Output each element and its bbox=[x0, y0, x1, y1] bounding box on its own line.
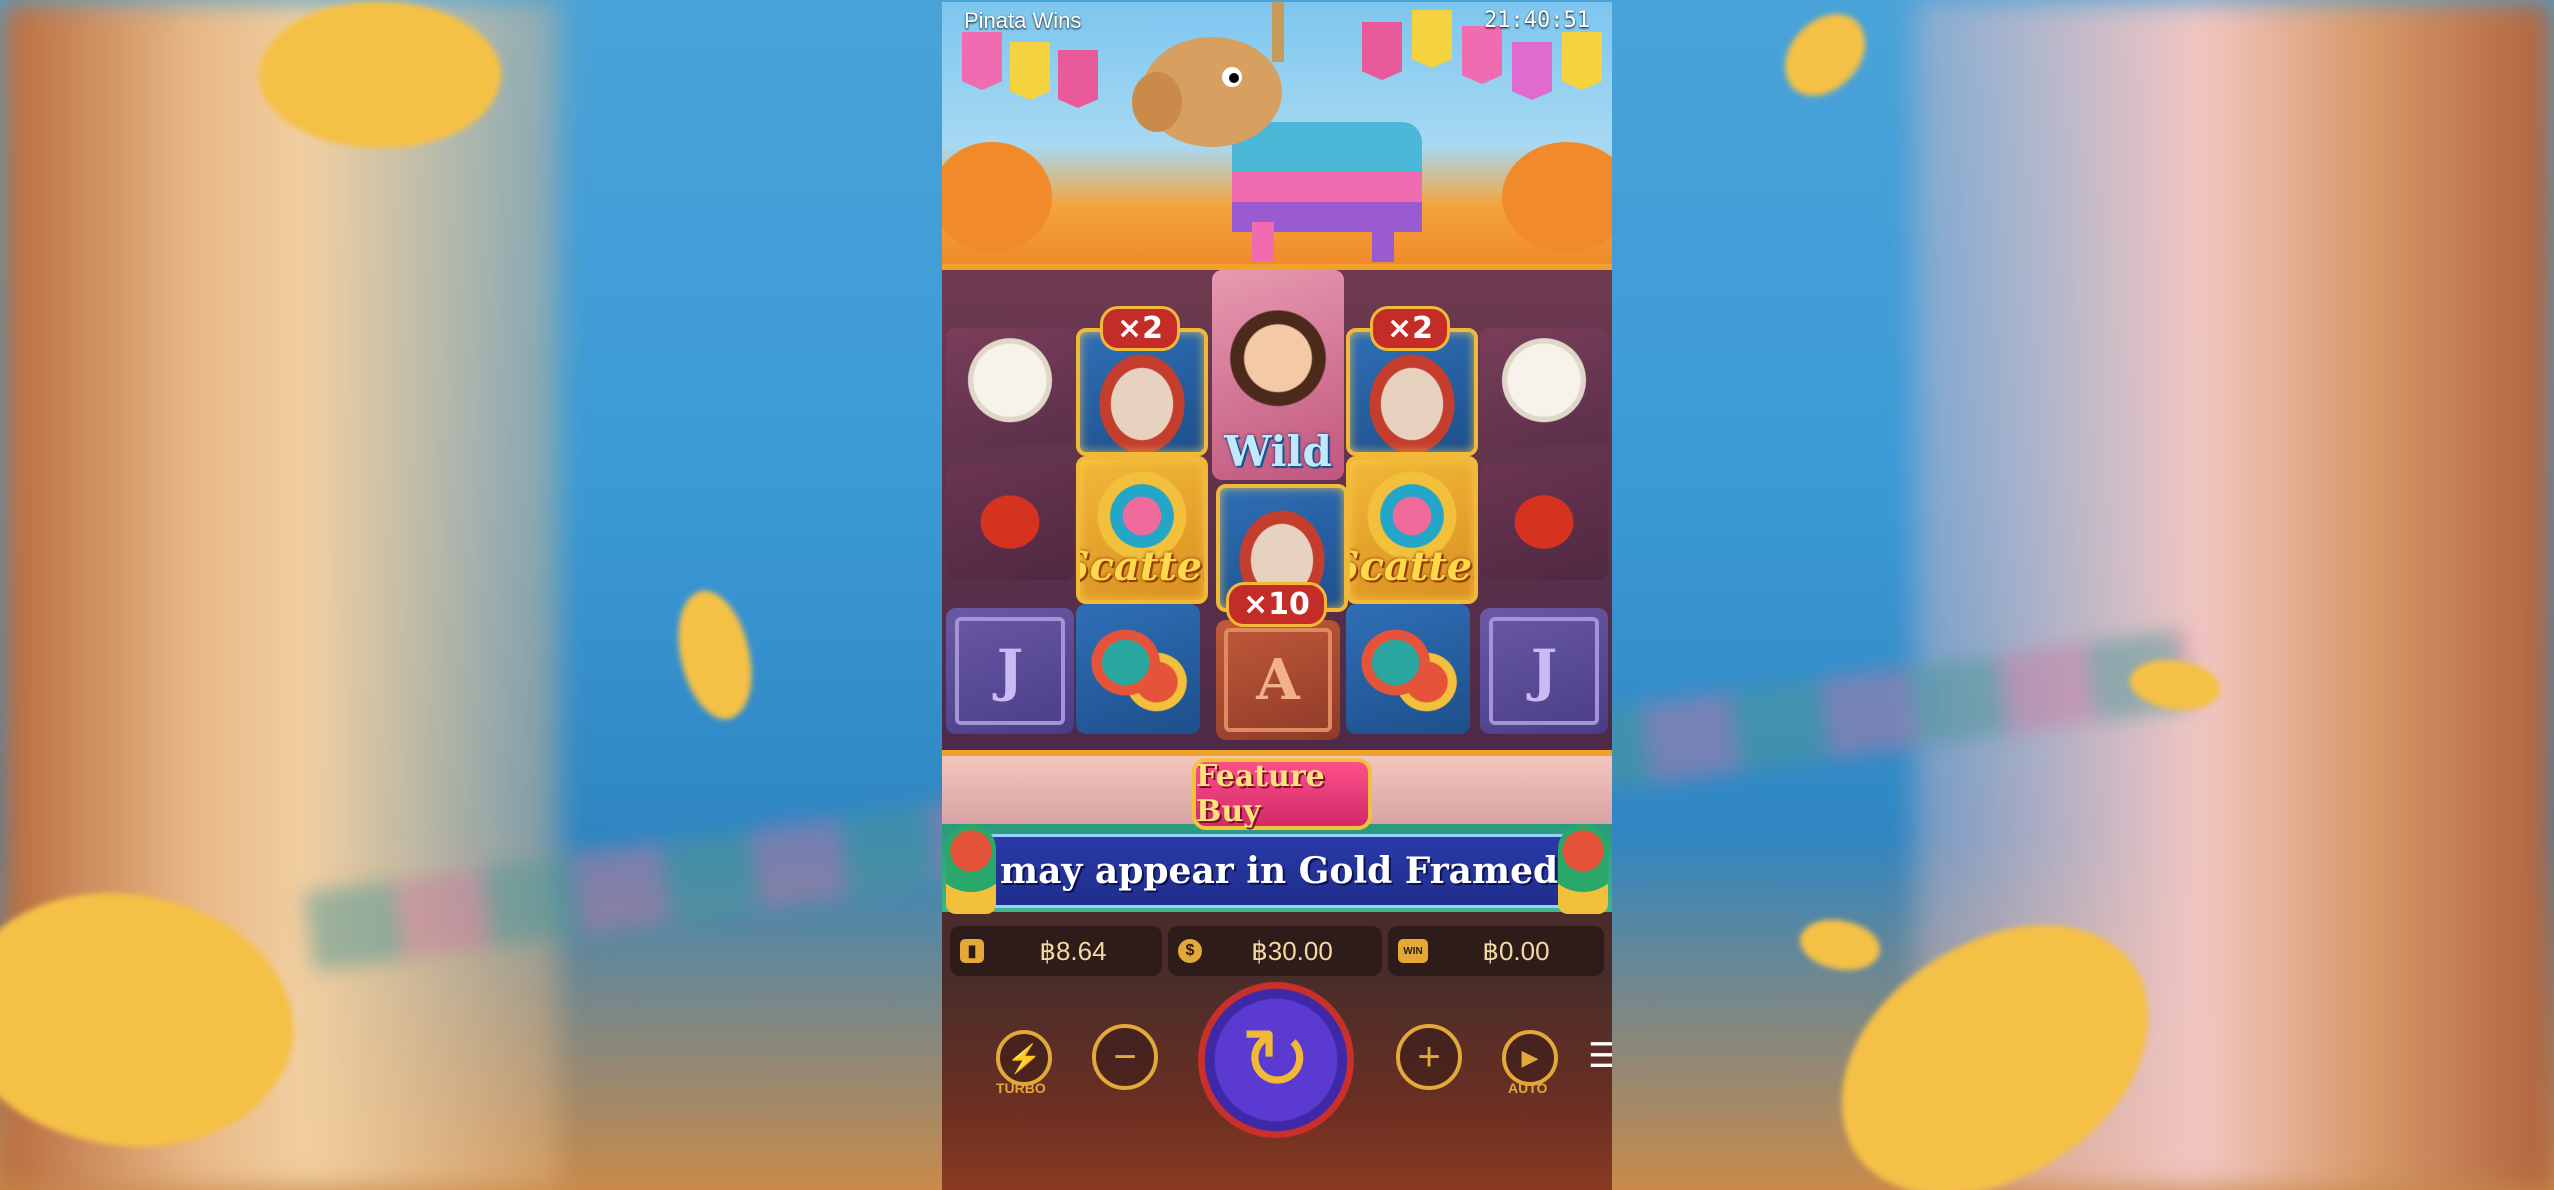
wallet-icon: ▮ bbox=[960, 939, 984, 963]
marigold-flowers bbox=[942, 142, 1052, 252]
multiplier-badge: ×2 bbox=[1100, 306, 1181, 351]
wild-label: Wild bbox=[1224, 427, 1332, 476]
marigold-flowers bbox=[1502, 142, 1612, 252]
a-symbol: A bbox=[1216, 620, 1340, 740]
reel-1: J bbox=[946, 270, 1074, 750]
maraca-left-icon bbox=[946, 824, 996, 914]
pinata-donkey-icon bbox=[1132, 37, 1422, 262]
info-banner-panel: may appear in Gold Framed symbols! bbox=[952, 834, 1602, 908]
j-symbol: J bbox=[1480, 608, 1608, 734]
scatter-label: Scatter bbox=[1350, 543, 1474, 590]
win-display: WIN ฿0.00 bbox=[1388, 926, 1604, 976]
game-frame: Pinata Wins 21:40:51 J ×2 catte Wild ×10… bbox=[942, 2, 1612, 1190]
plus-icon: + bbox=[1417, 1034, 1441, 1079]
skull-symbol bbox=[1480, 328, 1608, 444]
spin-button[interactable]: ↻ bbox=[1198, 982, 1354, 1138]
balance-display: ▮ ฿8.64 bbox=[950, 926, 1162, 976]
scatter-label: Scatter bbox=[1080, 543, 1204, 590]
increase-bet-button[interactable]: + bbox=[1396, 1024, 1462, 1090]
bunting-flag bbox=[1010, 42, 1050, 100]
maracas-symbol bbox=[1076, 604, 1200, 734]
reel-5: J bbox=[1480, 270, 1608, 750]
petal-decoration bbox=[1768, 2, 1882, 108]
bunting-flag bbox=[1058, 50, 1098, 108]
chili-symbol bbox=[946, 464, 1074, 580]
reel-4: ×2 Scatter bbox=[1346, 270, 1478, 750]
clock: 21:40:51 bbox=[1484, 8, 1590, 33]
slot-reels: J ×2 Scatter Wild ×10 A ×2 bbox=[942, 270, 1612, 750]
maraca-right-icon bbox=[1558, 824, 1608, 914]
decrease-bet-button[interactable]: − bbox=[1092, 1024, 1158, 1090]
turbo-button[interactable]: ⚡ bbox=[996, 1030, 1052, 1086]
skull-symbol bbox=[946, 328, 1074, 444]
multiplier-badge: ×2 bbox=[1370, 306, 1451, 351]
reel-3: Wild ×10 A bbox=[1212, 270, 1348, 750]
chili-symbol bbox=[1480, 464, 1608, 580]
turbo-icon: ⚡ bbox=[1006, 1042, 1042, 1074]
spin-icon: ↻ bbox=[1239, 1012, 1313, 1108]
bet-display[interactable]: $ ฿30.00 bbox=[1168, 926, 1382, 976]
scatter-symbol: Scatter bbox=[1076, 456, 1208, 604]
bunting-flag bbox=[1512, 42, 1552, 100]
maracas-symbol bbox=[1346, 604, 1470, 734]
scatter-symbol: Scatter bbox=[1346, 456, 1478, 604]
minus-icon: − bbox=[1113, 1034, 1137, 1079]
balance-value: ฿8.64 bbox=[1039, 935, 1107, 966]
j-symbol: J bbox=[946, 608, 1074, 734]
win-value: ฿0.00 bbox=[1482, 935, 1550, 966]
win-icon: WIN bbox=[1398, 939, 1428, 963]
bet-value: ฿30.00 bbox=[1251, 935, 1333, 966]
info-banner: may appear in Gold Framed symbols! bbox=[942, 824, 1612, 914]
feature-buy-button[interactable]: Feature Buy bbox=[1192, 758, 1372, 830]
bunting-flag bbox=[1462, 26, 1502, 84]
reel-2: ×2 Scatter bbox=[1076, 270, 1208, 750]
bunting-flag bbox=[1562, 32, 1602, 90]
multiplier-badge: ×10 bbox=[1226, 582, 1327, 627]
game-title: Pinata Wins bbox=[964, 8, 1082, 33]
control-panel: ⚡ TURBO − ↻ + ▶ AUTO ☰ bbox=[942, 982, 1612, 1190]
menu-icon[interactable]: ☰ bbox=[1588, 1036, 1612, 1076]
auto-label: AUTO bbox=[1508, 1080, 1548, 1096]
j-card-label: J bbox=[1488, 616, 1600, 726]
a-card-label: A bbox=[1224, 628, 1332, 732]
petal-decoration bbox=[659, 581, 771, 729]
info-banner-text: may appear in Gold Framed symbols! bbox=[1000, 850, 1602, 892]
bunting-flag bbox=[962, 32, 1002, 90]
stats-bar: ▮ ฿8.64 $ ฿30.00 WIN ฿0.00 bbox=[942, 912, 1612, 982]
auto-play-icon: ▶ bbox=[1521, 1045, 1539, 1070]
coin-icon: $ bbox=[1178, 939, 1202, 963]
petal-decoration bbox=[1793, 907, 1887, 983]
pinata-scene bbox=[942, 2, 1612, 264]
turbo-label: TURBO bbox=[996, 1080, 1046, 1096]
auto-play-button[interactable]: ▶ bbox=[1502, 1030, 1558, 1086]
wild-symbol: Wild bbox=[1212, 270, 1344, 480]
j-card-label: J bbox=[954, 616, 1066, 726]
